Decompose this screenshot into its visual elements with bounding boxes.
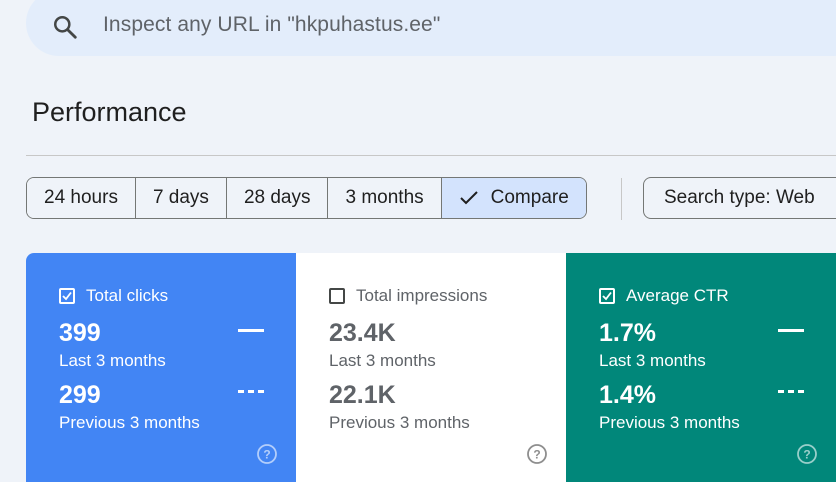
solid-line-legend: [238, 329, 264, 332]
range-compare-button[interactable]: Compare: [441, 178, 586, 218]
metric-value-current: 1.7%: [599, 319, 656, 347]
metric-period-previous: Previous 3 months: [59, 413, 200, 432]
metric-card-average-ctr[interactable]: Average CTR 1.7% Last 3 months 1.4% Prev…: [566, 253, 836, 482]
svg-text:?: ?: [263, 448, 270, 462]
toolbar-separator: [621, 178, 622, 220]
metric-title: Total clicks: [86, 286, 169, 305]
metric-period-current: Last 3 months: [329, 351, 436, 370]
divider: [26, 155, 836, 156]
compare-label: Compare: [490, 187, 569, 208]
metric-title: Average CTR: [626, 286, 729, 305]
check-icon: [602, 291, 612, 301]
search-input[interactable]: Inspect any URL in "hkpuhastus.ee": [103, 13, 440, 37]
range-7-days-button[interactable]: 7 days: [135, 178, 227, 218]
total-impressions-checkbox[interactable]: [329, 288, 345, 304]
metric-value-current: 23.4K: [329, 319, 396, 347]
metric-value-previous: 299: [59, 381, 101, 409]
average-ctr-checkbox[interactable]: [599, 288, 615, 304]
metric-card-total-impressions[interactable]: Total impressions 23.4K Last 3 months 22…: [296, 253, 566, 482]
metric-value-current: 399: [59, 319, 101, 347]
help-icon[interactable]: ?: [526, 443, 548, 465]
range-24-hours-button[interactable]: 24 hours: [27, 178, 136, 218]
metric-title: Total impressions: [356, 286, 488, 305]
metric-period-current: Last 3 months: [599, 351, 706, 370]
page-title: Performance: [32, 97, 187, 127]
search-type-filter-button[interactable]: Search type: Web: [643, 177, 836, 219]
date-range-selector: 24 hours 7 days 28 days 3 months Compare: [26, 177, 587, 219]
metric-value-previous: 22.1K: [329, 381, 396, 409]
search-type-label: Search type: Web: [664, 187, 815, 208]
dashed-line-legend: [778, 390, 804, 393]
metric-value-previous: 1.4%: [599, 381, 656, 409]
search-icon[interactable]: [52, 14, 78, 40]
check-icon: [62, 291, 72, 301]
check-icon: [459, 191, 478, 205]
metric-card-total-clicks[interactable]: Total clicks 399 Last 3 months 299 Previ…: [26, 253, 296, 482]
solid-line-legend: [778, 329, 804, 332]
metric-period-previous: Previous 3 months: [329, 413, 470, 432]
dashed-line-legend: [238, 390, 264, 393]
svg-text:?: ?: [803, 448, 810, 462]
metric-period-previous: Previous 3 months: [599, 413, 740, 432]
range-3-months-button[interactable]: 3 months: [328, 178, 442, 218]
help-icon[interactable]: ?: [256, 443, 278, 465]
range-28-days-button[interactable]: 28 days: [226, 178, 329, 218]
url-inspection-search-bar[interactable]: Inspect any URL in "hkpuhastus.ee": [26, 0, 836, 56]
help-icon[interactable]: ?: [796, 443, 818, 465]
metric-period-current: Last 3 months: [59, 351, 166, 370]
svg-text:?: ?: [533, 448, 540, 462]
total-clicks-checkbox[interactable]: [59, 288, 75, 304]
